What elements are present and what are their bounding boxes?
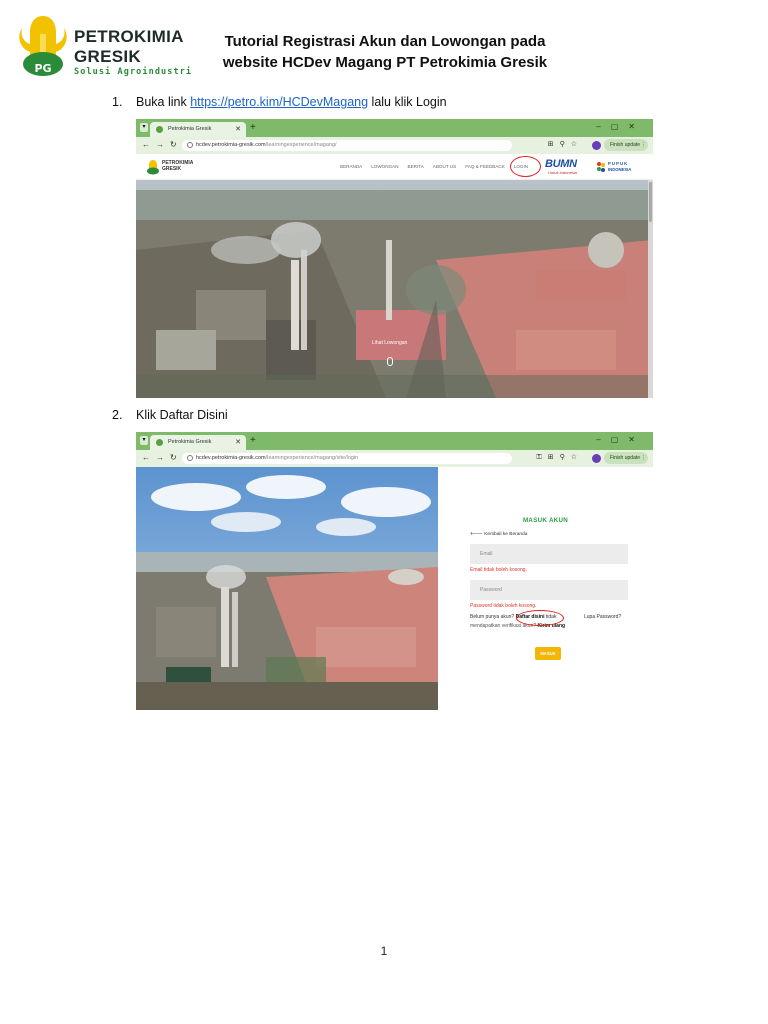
pupuk-indonesia-logo: P U P U K INDONESIA [596,159,646,177]
profile-avatar[interactable] [592,141,601,150]
plant-sky-photo [136,467,438,710]
url-input[interactable]: hcdev.petrokimia-gresik.com/learningexpe… [182,453,512,464]
browser-screenshot-home: ▾ Petrokimia Gresik ✕ + –▢✕ ← → ↻ hcdev.… [136,119,653,399]
password-error: Password tidak boleh kosong. [470,603,537,609]
tab-title: Petrokimia Gresik [168,439,212,445]
password-field[interactable]: Password [470,580,628,600]
forgot-password-link[interactable]: Lupa Password? [584,614,621,620]
masuk-button[interactable]: MASUK [535,647,561,660]
reload-icon[interactable]: ↻ [170,453,177,462]
step-text-before: Buka link [136,95,191,109]
forward-arrow-icon[interactable]: → [156,140,164,149]
step-text-after: lalu klik Login [368,95,447,109]
site-nav: BERANDA LOWONGAN BERITA ABOUT US FAQ & FEEDB… [340,164,537,169]
bumn-tagline: Untuk Indonesia [548,170,577,175]
step-text: Klik Daftar Disini [136,408,228,422]
tab-search-icon[interactable]: ▾ [140,123,148,132]
tab-search-icon[interactable]: ▾ [140,436,148,445]
new-tab-icon[interactable]: + [250,122,256,133]
tab-title: Petrokimia Gresik [168,126,212,132]
login-highlight-circle [510,156,541,177]
browser-screenshot-login: ▾ Petrokimia Gresik ✕ + –▢✕ ← → ↻ hcdev.… [136,432,653,712]
window-controls[interactable]: –▢✕ [596,122,645,131]
daftar-highlight-circle [516,610,564,626]
address-bar-row: ← → ↻ hcdev.petrokimia-gresik.com/learni… [136,450,653,467]
step-number: 1. [112,95,123,109]
logo-name-line1: PETROKIMIA [74,27,184,46]
step-2-instruction: 2. Klik Daftar Disini [112,408,228,422]
site-info-icon [187,455,193,461]
page-number: 1 [380,944,388,958]
url-host: hcdev.petrokimia-gresik.com [196,142,266,148]
login-page: MASUK AKUN 🡐 Kembali ke Beranda Email Em… [136,467,653,710]
favicon-icon [156,126,163,133]
page-scrollbar[interactable] [648,180,653,398]
site-brand: PETROKIMIA GRESIK [162,160,194,172]
close-tab-icon[interactable]: ✕ [235,125,241,133]
hero-aerial-image: Lihat Lowongan [136,180,653,398]
url-path: /learningexperience/magang/ [265,142,337,148]
scroll-mouse-icon [387,357,393,366]
back-to-home-link[interactable]: 🡐 Kembali ke Beranda [470,531,527,537]
browser-tab[interactable]: Petrokimia Gresik ✕ [150,122,246,137]
forward-arrow-icon[interactable]: → [156,453,164,462]
site-header: PETROKIMIA GRESIK BERANDA LOWONGAN BERITA A… [136,154,653,180]
url-input[interactable]: hcdev.petrokimia-gresik.com/learningexpe… [182,140,512,151]
nav-berita[interactable]: BERITA [408,164,424,169]
logo-name-line2: GRESIK [74,47,141,66]
bull-emblem-icon: PG [19,16,67,76]
email-field[interactable]: Email [470,544,628,564]
profile-avatar[interactable] [592,454,601,463]
nav-about-us[interactable]: ABOUT US [433,164,456,169]
browser-tab-bar: ▾ Petrokimia Gresik ✕ + –▢✕ [136,119,653,137]
site-info-icon [187,142,193,148]
login-aerial-image [136,467,438,710]
title-line-1: Tutorial Registrasi Akun dan Lowongan pa… [224,33,546,50]
lihat-lowongan-caption[interactable]: Lihat Lowongan [372,340,407,346]
form-title: MASUK AKUN [522,517,569,524]
document-title: Tutorial Registrasi Akun dan Lowongan pa… [205,31,565,73]
nav-beranda[interactable]: BERANDA [340,164,362,169]
url-host: hcdev.petrokimia-gresik.com [196,455,266,461]
step-number: 2. [112,408,123,422]
window-controls[interactable]: –▢✕ [596,435,645,444]
bumn-logo: BUMN [545,158,577,170]
pupuk-dots-icon [597,162,605,172]
nav-lowongan[interactable]: LOWONGAN [371,164,398,169]
close-tab-icon[interactable]: ✕ [235,438,241,446]
favicon-icon [156,439,163,446]
step-1-instruction: 1. Buka link https://petro.kim/HCDevMagan… [112,95,447,109]
toolbar-icons[interactable]: ⚿⊞⚲☆ [536,453,583,462]
site-logo-icon[interactable] [146,159,160,175]
company-logo: PG PETROKIMIA GRESIK Solusi Agroindustri [16,14,196,80]
back-arrow-icon[interactable]: ← [142,453,150,462]
new-tab-icon[interactable]: + [250,435,256,446]
title-line-2: website HCDev Magang PT Petrokimia Gresi… [222,54,548,71]
login-form-panel: MASUK AKUN 🡐 Kembali ke Beranda Email Em… [438,467,653,710]
nav-faq-feedback[interactable]: FAQ & FEEDBACK [465,164,505,169]
industrial-plant-photo [136,180,653,398]
finish-update-button[interactable]: Finish update ⋮ [604,452,648,464]
address-bar-row: ← → ↻ hcdev.petrokimia-gresik.com/learni… [136,137,653,154]
toolbar-icons[interactable]: ⊞⚲☆ [548,140,583,148]
email-error: Email tidak boleh kosong. [470,567,527,573]
browser-tab-bar: ▾ Petrokimia Gresik ✕ + –▢✕ [136,432,653,450]
browser-tab[interactable]: Petrokimia Gresik ✕ [150,435,246,450]
back-arrow-icon[interactable]: ← [142,140,150,149]
finish-update-button[interactable]: Finish update ⋮ [604,139,648,151]
logo-tagline: Solusi Agroindustri [74,67,193,77]
svg-text:PG: PG [34,62,51,75]
reload-icon[interactable]: ↻ [170,140,177,149]
url-path: /learningexperience/magang/site/login [265,455,359,461]
hcdev-magang-link[interactable]: https://petro.kim/HCDevMagang [190,95,368,109]
